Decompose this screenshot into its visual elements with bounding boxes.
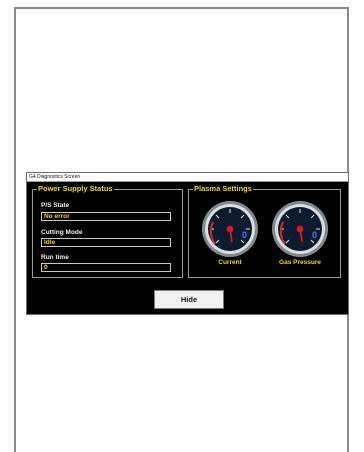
run-time-label: Run time — [41, 254, 69, 261]
current-gauge: 0 — [202, 201, 258, 257]
power-supply-group: Power Supply Status P/S State No error C… — [32, 184, 183, 278]
cutting-mode-field: Idle — [41, 238, 171, 247]
plasma-settings-group: Plasma Settings 0 Current 0 Gas Pressure — [188, 184, 341, 278]
power-supply-title: Power Supply Status — [37, 184, 114, 194]
window-titlebar: G4 Diagnostics Screen — [27, 173, 348, 182]
ps-state-label: P/S State — [41, 202, 70, 209]
current-gauge-label: Current — [218, 259, 242, 266]
gas-pressure-gauge-readout: 0 — [312, 230, 317, 240]
ps-state-field: No error — [41, 212, 171, 221]
gas-pressure-gauge-label: Gas Pressure — [279, 259, 321, 266]
gas-pressure-gauge: 0 — [272, 201, 328, 257]
cutting-mode-label: Cutting Mode — [41, 229, 83, 236]
run-time-field: 0 — [41, 263, 171, 272]
current-gauge-readout: 0 — [242, 230, 247, 240]
diagnostics-window: G4 Diagnostics Screen Power Supply Statu… — [26, 172, 349, 315]
plasma-settings-title: Plasma Settings — [193, 184, 253, 194]
hide-button[interactable]: Hide — [154, 290, 224, 309]
